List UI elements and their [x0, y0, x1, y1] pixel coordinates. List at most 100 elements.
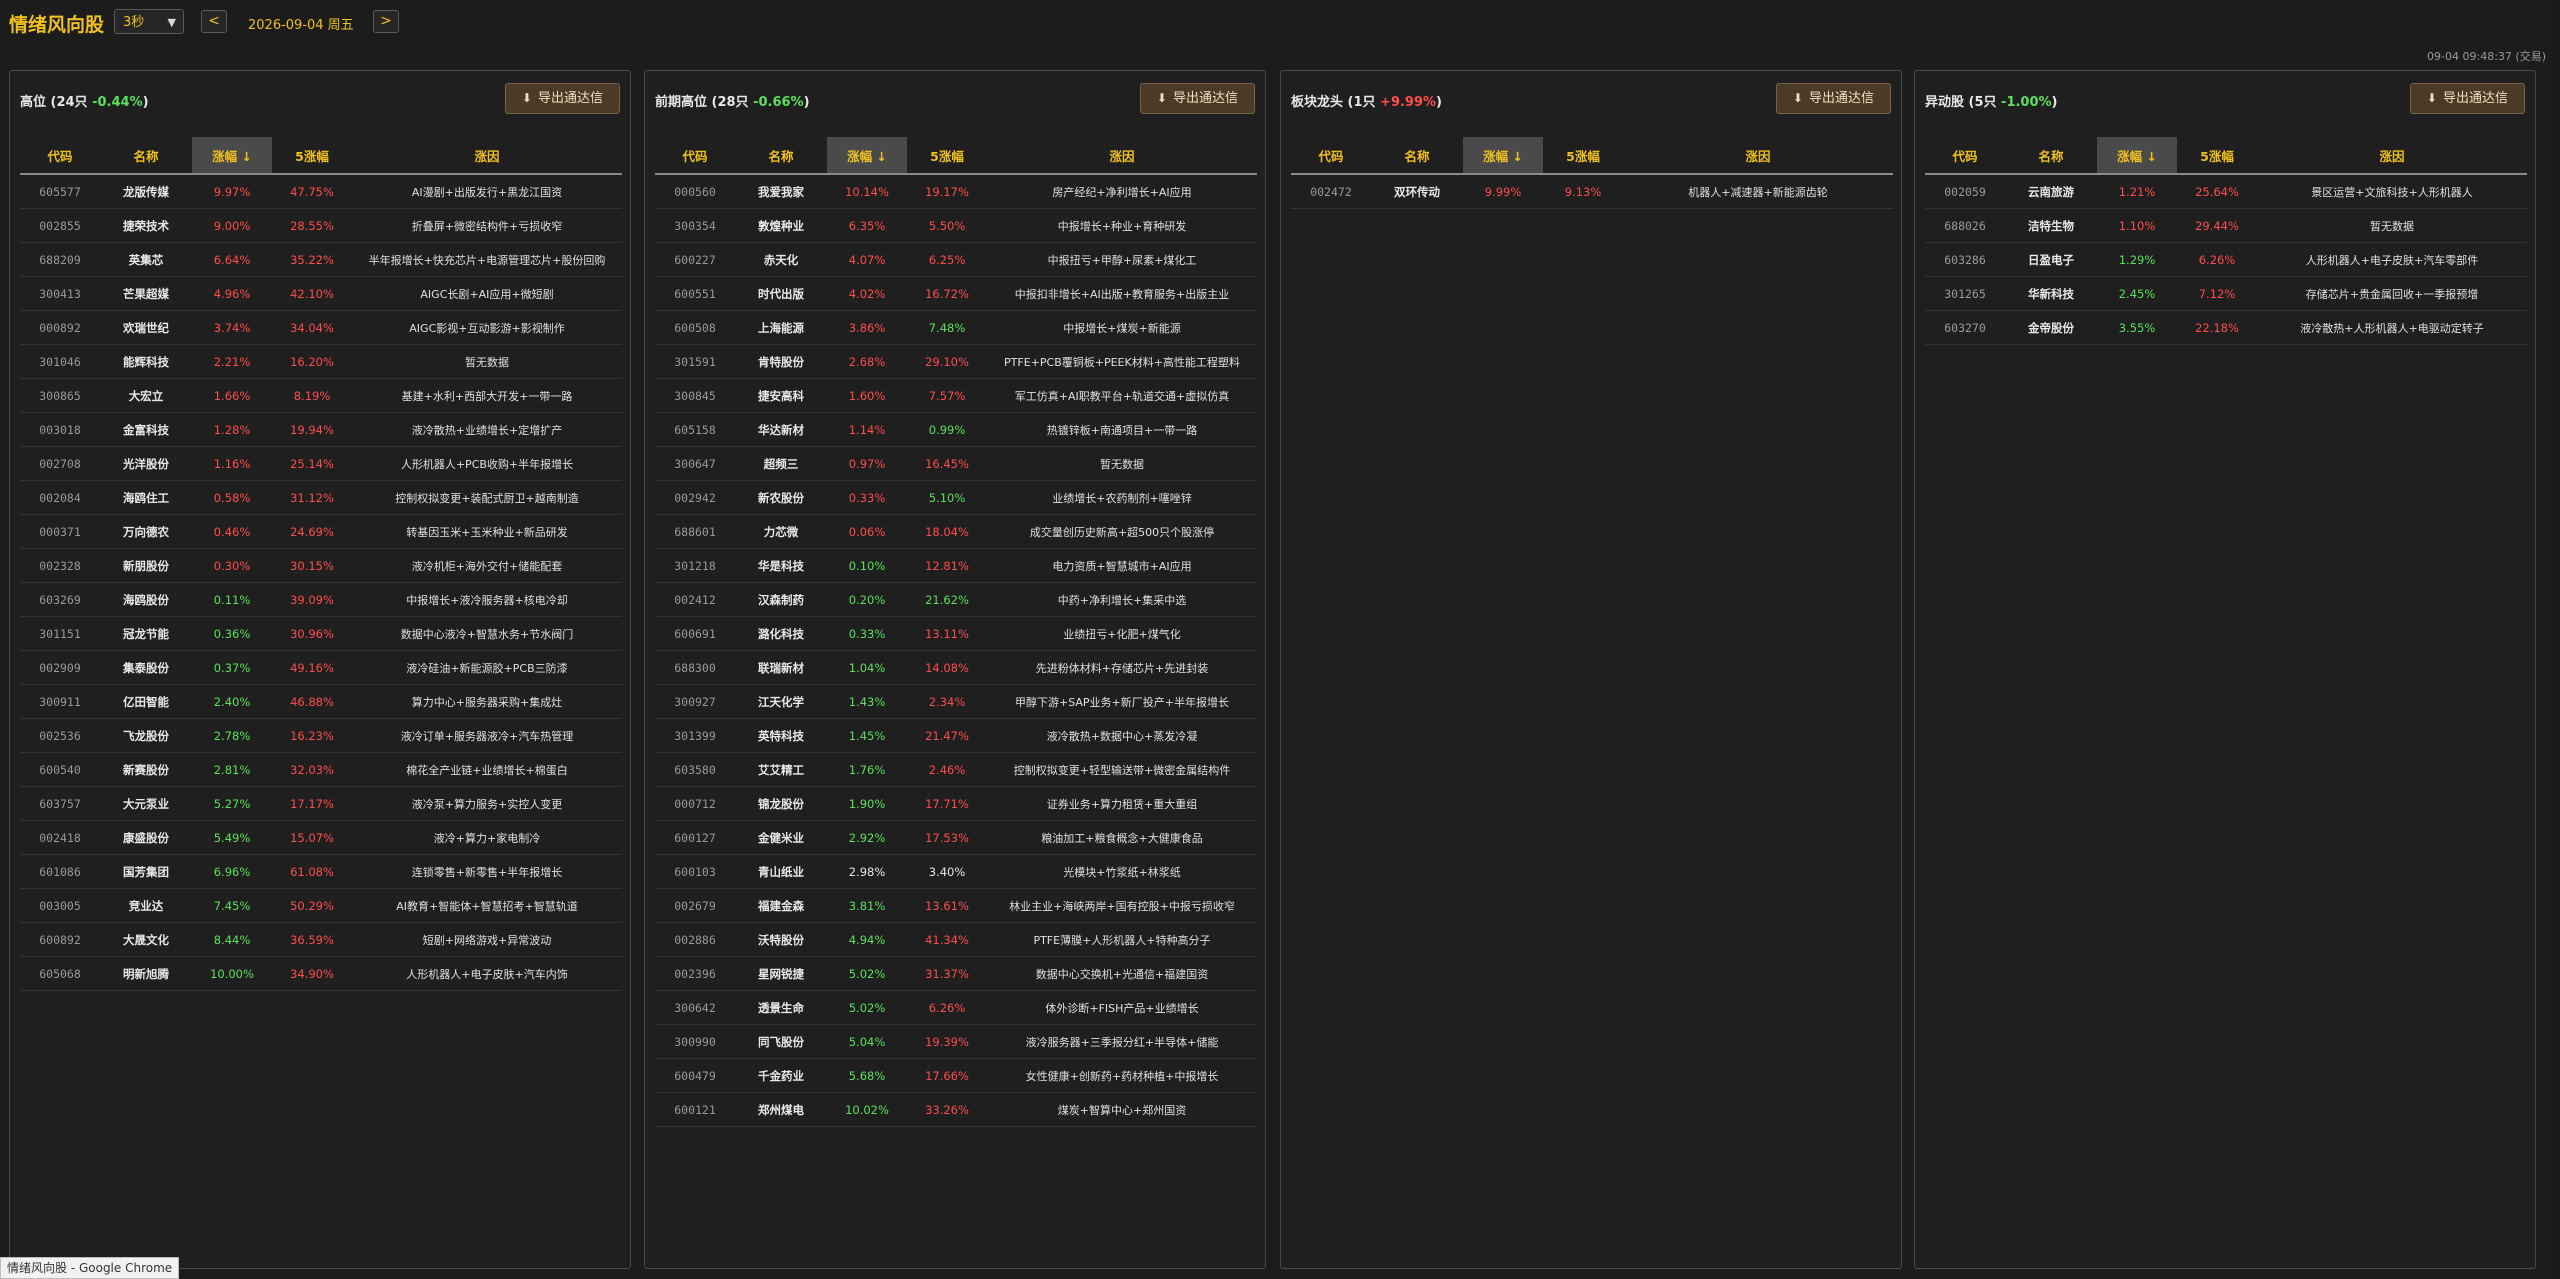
table-row[interactable]: 600127 金健米业 2.92% 17.53% 粮油加工+粮食概念+大健康食品: [655, 820, 1257, 855]
panel-title-text: 高位 (24只: [20, 95, 93, 110]
table-row[interactable]: 002886 沃特股份 4.94% 41.34% PTFE薄膜+人形机器人+特种高分子: [655, 922, 1257, 957]
table-row[interactable]: 300990 同飞股份 5.04% 19.39% 液冷服务器+三季报分红+半导体+储能: [655, 1024, 1257, 1059]
col-change-header[interactable]: 涨幅 ↓: [192, 137, 272, 175]
table-row[interactable]: 688300 联瑞新材 1.04% 14.08% 先进粉体材料+存储芯片+先进封装: [655, 650, 1257, 685]
col-name-header[interactable]: 名称: [1371, 137, 1463, 175]
table-row[interactable]: 301046 能辉科技 2.21% 16.20% 暂无数据: [20, 344, 622, 379]
col-code-header[interactable]: 代码: [1925, 137, 2005, 175]
table-row[interactable]: 600540 新赛股份 2.81% 32.03% 棉花全产业链+业绩增长+棉蛋白: [20, 752, 622, 787]
table-row[interactable]: 600227 赤天化 4.07% 6.25% 中报扭亏+甲醇+尿素+煤化工: [655, 242, 1257, 277]
table-row[interactable]: 300642 透景生命 5.02% 6.26% 体外诊断+FISH产品+业绩增长: [655, 990, 1257, 1025]
table-row[interactable]: 301399 英特科技 1.45% 21.47% 液冷散热+数据中心+蒸发冷凝: [655, 718, 1257, 753]
export-tdx-button[interactable]: ⬇ 导出通达信: [1775, 83, 1891, 114]
table-row[interactable]: 301265 华新科技 2.45% 7.12% 存储芯片+贵金属回收+一季报预增: [1925, 276, 2527, 311]
col-code-header[interactable]: 代码: [20, 137, 100, 175]
table-row[interactable]: 301591 肯特股份 2.68% 29.10% PTFE+PCB覆铜板+PEEK材料+…: [655, 344, 1257, 379]
table-row[interactable]: 300413 芒果超媒 4.96% 42.10% AIGC长剧+AI应用+微短剧: [20, 276, 622, 311]
rise-reason: 林业主业+海峡两岸+国有控股+中报亏损收窄: [987, 888, 1257, 923]
change-pct: 2.68%: [827, 344, 907, 379]
table-row[interactable]: 002418 康盛股份 5.49% 15.07% 液冷+算力+家电制冷: [20, 820, 622, 855]
col-reason-header[interactable]: 涨因: [352, 137, 622, 175]
table-row[interactable]: 002679 福建金森 3.81% 13.61% 林业主业+海峡两岸+国有控股+中报亏损…: [655, 888, 1257, 923]
col-code-header[interactable]: 代码: [1291, 137, 1371, 175]
col-reason-header[interactable]: 涨因: [1623, 137, 1893, 175]
table-row[interactable]: 600479 千金药业 5.68% 17.66% 女性健康+创新药+药材种植+中报增长: [655, 1058, 1257, 1093]
table-row[interactable]: 002536 飞龙股份 2.78% 16.23% 液冷订单+服务器液冷+汽车热管理: [20, 718, 622, 753]
table-row[interactable]: 603286 日盈电子 1.29% 6.26% 人形机器人+电子皮肤+汽车零部件: [1925, 242, 2527, 277]
col-change5-header[interactable]: 5涨幅: [2177, 137, 2257, 175]
table-row[interactable]: 605577 龙版传媒 9.97% 47.75% AI漫剧+出版发行+黑龙江国资: [20, 174, 622, 209]
stock-name: 光洋股份: [100, 446, 192, 481]
change5-pct: 32.03%: [272, 752, 352, 787]
table-row[interactable]: 003018 金富科技 1.28% 19.94% 液冷散热+业绩增长+定增扩产: [20, 412, 622, 447]
col-change5-header[interactable]: 5涨幅: [1543, 137, 1623, 175]
export-tdx-button[interactable]: ⬇ 导出通达信: [2409, 83, 2525, 114]
prev-date-button[interactable]: <: [201, 10, 227, 33]
table-row[interactable]: 000712 锦龙股份 1.90% 17.71% 证券业务+算力租赁+重大重组: [655, 786, 1257, 821]
table-row[interactable]: 603580 艾艾精工 1.76% 2.46% 控制权拟变更+轻型输送带+微密金属结构件: [655, 752, 1257, 787]
export-tdx-button[interactable]: ⬇ 导出通达信: [504, 83, 620, 114]
refresh-interval-select[interactable]: 3秒 ▼: [114, 9, 184, 34]
table-row[interactable]: 000892 欢瑞世纪 3.74% 34.04% AIGC影视+互动影游+影视制作: [20, 310, 622, 345]
change5-pct: 29.10%: [907, 344, 987, 379]
table-row[interactable]: 605158 华达新材 1.14% 0.99% 热镀锌板+南通项目+一带一路: [655, 412, 1257, 447]
table-row[interactable]: 600103 青山纸业 2.98% 3.40% 光模块+竹浆纸+林浆纸: [655, 854, 1257, 889]
table-row[interactable]: 688209 英集芯 6.64% 35.22% 半年报增长+快充芯片+电源管理芯片+股份…: [20, 242, 622, 277]
table-row[interactable]: 002855 捷荣技术 9.00% 28.55% 折叠屏+微密结构件+亏损收窄: [20, 208, 622, 243]
table-row[interactable]: 688601 力芯微 0.06% 18.04% 成交量创历史新高+超500只个股涨停: [655, 514, 1257, 549]
stock-code: 600551: [655, 276, 735, 311]
table-row[interactable]: 603270 金帝股份 3.55% 22.18% 液冷散热+人形机器人+电驱动定转子: [1925, 310, 2527, 345]
table-row[interactable]: 603269 海鸥股份 0.11% 39.09% 中报增长+液冷服务器+核电冷却: [20, 582, 622, 617]
change5-pct: 41.34%: [907, 922, 987, 957]
table-row[interactable]: 003005 竞业达 7.45% 50.29% AI教育+智能体+智慧招考+智慧轨道: [20, 888, 622, 923]
col-reason-header[interactable]: 涨因: [987, 137, 1257, 175]
table-row[interactable]: 002412 汉森制药 0.20% 21.62% 中药+净利增长+集采中选: [655, 582, 1257, 617]
table-row[interactable]: 301218 华是科技 0.10% 12.81% 电力资质+智慧城市+AI应用: [655, 548, 1257, 583]
chevron-down-icon: ▼: [167, 16, 176, 29]
table-row[interactable]: 002328 新朋股份 0.30% 30.15% 液冷机柜+海外交付+储能配套: [20, 548, 622, 583]
col-change-header[interactable]: 涨幅 ↓: [827, 137, 907, 175]
stock-code: 600479: [655, 1058, 735, 1093]
table-row[interactable]: 002396 星网锐捷 5.02% 31.37% 数据中心交换机+光通信+福建国资: [655, 956, 1257, 991]
table-row[interactable]: 300927 江天化学 1.43% 2.34% 甲醇下游+SAP业务+新厂投产+半年报增…: [655, 684, 1257, 719]
change5-pct: 6.26%: [2177, 242, 2257, 277]
table-row[interactable]: 605068 明新旭腾 10.00% 34.90% 人形机器人+电子皮肤+汽车内饰: [20, 956, 622, 991]
next-date-button[interactable]: >: [373, 10, 399, 33]
table-row[interactable]: 300354 敦煌种业 6.35% 5.50% 中报增长+种业+育种研发: [655, 208, 1257, 243]
table-row[interactable]: 601086 国芳集团 6.96% 61.08% 连锁零售+新零售+半年报增长: [20, 854, 622, 889]
stock-name: 竞业达: [100, 888, 192, 923]
col-change5-header[interactable]: 5涨幅: [272, 137, 352, 175]
table-row[interactable]: 002059 云南旅游 1.21% 25.64% 景区运营+文旅科技+人形机器人: [1925, 174, 2527, 209]
col-name-header[interactable]: 名称: [2005, 137, 2097, 175]
table-row[interactable]: 300845 捷安高科 1.60% 7.57% 军工仿真+AI职教平台+轨道交通+虚拟仿…: [655, 378, 1257, 413]
table-row[interactable]: 000560 我爱我家 10.14% 19.17% 房产经纪+净利增长+AI应用: [655, 174, 1257, 209]
export-tdx-button[interactable]: ⬇ 导出通达信: [1139, 83, 1255, 114]
col-reason-header[interactable]: 涨因: [2257, 137, 2527, 175]
table-row[interactable]: 002708 光洋股份 1.16% 25.14% 人形机器人+PCB收购+半年报增长: [20, 446, 622, 481]
window-status-label: 情绪风向股 - Google Chrome: [0, 1257, 180, 1279]
col-name-header[interactable]: 名称: [735, 137, 827, 175]
change-pct: 0.33%: [827, 616, 907, 651]
table-row[interactable]: 002909 集泰股份 0.37% 49.16% 液冷硅油+新能源胶+PCB三防漆: [20, 650, 622, 685]
table-row[interactable]: 300647 超频三 0.97% 16.45% 暂无数据: [655, 446, 1257, 481]
col-code-header[interactable]: 代码: [655, 137, 735, 175]
table-row[interactable]: 600121 郑州煤电 10.02% 33.26% 煤炭+智算中心+郑州国资: [655, 1092, 1257, 1127]
table-row[interactable]: 301151 冠龙节能 0.36% 30.96% 数据中心液冷+智慧水务+节水阀门: [20, 616, 622, 651]
col-name-header[interactable]: 名称: [100, 137, 192, 175]
table-row[interactable]: 000371 万向德农 0.46% 24.69% 转基因玉米+玉米种业+新品研发: [20, 514, 622, 549]
table-row[interactable]: 002084 海鸥住工 0.58% 31.12% 控制权拟变更+装配式厨卫+越南制造: [20, 480, 622, 515]
table-row[interactable]: 600551 时代出版 4.02% 16.72% 中报扣非增长+AI出版+教育服务+出版…: [655, 276, 1257, 311]
table-row[interactable]: 600508 上海能源 3.86% 7.48% 中报增长+煤炭+新能源: [655, 310, 1257, 345]
col-change5-header[interactable]: 5涨幅: [907, 137, 987, 175]
table-row[interactable]: 688026 洁特生物 1.10% 29.44% 暂无数据: [1925, 208, 2527, 243]
table-row[interactable]: 600892 大晟文化 8.44% 36.59% 短剧+网络游戏+异常波动: [20, 922, 622, 957]
col-change-header[interactable]: 涨幅 ↓: [2097, 137, 2177, 175]
table-row[interactable]: 300911 亿田智能 2.40% 46.88% 算力中心+服务器采购+集成灶: [20, 684, 622, 719]
table-row[interactable]: 002942 新农股份 0.33% 5.10% 业绩增长+农药制剂+噻唑锌: [655, 480, 1257, 515]
table-row[interactable]: 603757 大元泵业 5.27% 17.17% 液冷泵+算力服务+实控人变更: [20, 786, 622, 821]
table-row[interactable]: 002472 双环传动 9.99% 9.13% 机器人+减速器+新能源齿轮: [1291, 174, 1893, 209]
col-change-header[interactable]: 涨幅 ↓: [1463, 137, 1543, 175]
table-row[interactable]: 300865 大宏立 1.66% 8.19% 基建+水利+西部大开发+一带一路: [20, 378, 622, 413]
change-pct: 0.36%: [192, 616, 272, 651]
table-row[interactable]: 600691 潞化科技 0.33% 13.11% 业绩扭亏+化肥+煤气化: [655, 616, 1257, 651]
